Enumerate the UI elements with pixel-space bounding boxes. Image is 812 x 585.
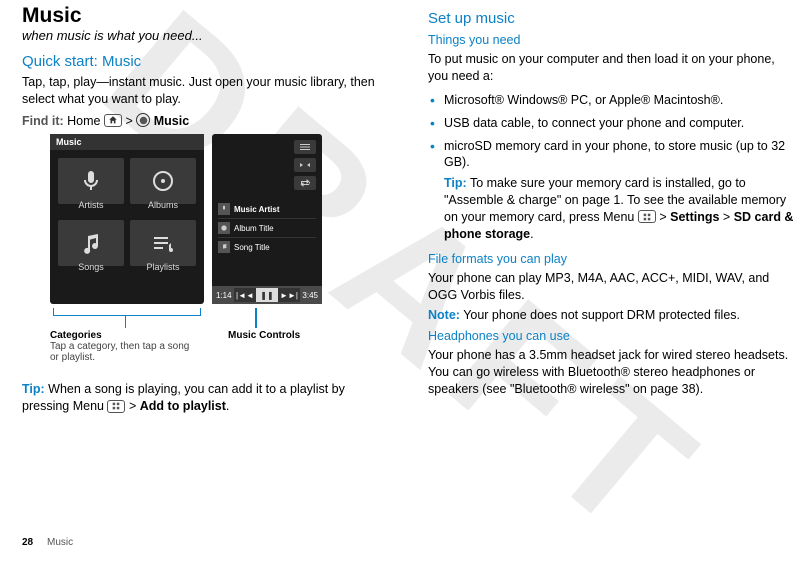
home-icon — [104, 114, 122, 127]
pointer-controls — [255, 308, 257, 328]
note-label: Note: — [428, 308, 460, 322]
album-mini-icon — [218, 222, 230, 234]
playback-controls: 1:14 |◄◄ ❚❚ ►►| 3:45 — [212, 286, 322, 304]
bracket-categories — [53, 308, 201, 316]
setup-heading: Set up music — [428, 10, 798, 27]
list-item: USB data cable, to connect your phone an… — [428, 112, 798, 135]
quick-start-body: Tap, tap, play—instant music. Just open … — [22, 74, 392, 108]
shuffle-icon[interactable] — [294, 158, 316, 172]
menu-icon-2 — [638, 210, 656, 223]
repeat-icon[interactable] — [294, 176, 316, 190]
find-it-home: Home — [67, 114, 100, 128]
time-elapsed: 1:14 — [216, 291, 232, 300]
queue-icon[interactable] — [294, 140, 316, 154]
phone-header: Music — [50, 134, 204, 150]
headphones-heading: Headphones you can use — [428, 329, 798, 343]
formats-heading: File formats you can play — [428, 252, 798, 266]
note-block: Note: Your phone does not support DRM pr… — [428, 307, 798, 324]
np-album-row[interactable]: Album Title — [218, 218, 316, 237]
music-app-icon — [136, 113, 150, 127]
tile-albums-label: Albums — [130, 200, 196, 210]
tile-playlists[interactable] — [130, 220, 196, 266]
bracket-row — [50, 308, 392, 328]
phone-library: Music Artists Albums — [50, 134, 204, 304]
tile-albums[interactable] — [130, 158, 196, 204]
subtitle: when music is what you need... — [22, 28, 392, 43]
things-intro: To put music on your computer and then l… — [428, 51, 798, 85]
callout-categories: Categories Tap a category, then tap a so… — [50, 330, 200, 363]
phone-mock-row: Music Artists Albums — [50, 134, 392, 304]
prev-button[interactable]: |◄◄ — [234, 288, 256, 302]
quick-start-heading: Quick start: Music — [22, 53, 392, 70]
np-song-row[interactable]: Song Title — [218, 237, 316, 256]
artist-mini-icon — [218, 203, 230, 215]
sd-gt1: > — [659, 210, 666, 224]
sd-gt2: > — [723, 210, 730, 224]
tip-label: Tip: — [22, 382, 45, 396]
gt-1: > — [125, 114, 132, 128]
find-it-music: Music — [154, 114, 189, 128]
microphone-icon — [79, 169, 103, 193]
pointer-controls-wrap — [201, 308, 257, 328]
page: Music when music is what you need... Qui… — [0, 0, 812, 556]
np-album: Album Title — [234, 224, 274, 233]
note-body: Your phone does not support DRM protecte… — [463, 308, 740, 322]
sd-end: . — [530, 227, 533, 241]
tip-gt: > — [129, 399, 136, 413]
callout-cat-title: Categories — [50, 330, 200, 341]
tip-end: . — [226, 399, 229, 413]
tip-add-playlist: Add to playlist — [140, 399, 226, 413]
pause-button[interactable]: ❚❚ — [256, 288, 278, 302]
note-icon — [79, 231, 103, 255]
things-heading: Things you need — [428, 33, 798, 47]
np-artist-row[interactable]: Music Artist — [218, 200, 316, 218]
callout-row: Categories Tap a category, then tap a so… — [50, 330, 392, 363]
bullet-3-text: microSD memory card in your phone, to st… — [444, 139, 785, 170]
tile-artists[interactable] — [58, 158, 124, 204]
pointer-categories — [125, 316, 127, 328]
left-column: Music when music is what you need... Qui… — [0, 4, 410, 556]
menu-icon — [107, 400, 125, 413]
list-icon — [151, 231, 175, 255]
sd-tip-label: Tip: — [444, 176, 467, 190]
right-column: Set up music Things you need To put musi… — [410, 4, 812, 556]
formats-body: Your phone can play MP3, M4A, AAC, ACC+,… — [428, 270, 798, 304]
headphones-body: Your phone has a 3.5mm headset jack for … — [428, 347, 798, 398]
disc-icon — [151, 169, 175, 193]
sd-settings: Settings — [670, 210, 719, 224]
find-it-label: Find it: — [22, 114, 64, 128]
np-song: Song Title — [234, 243, 270, 252]
callout-mc-title: Music Controls — [228, 330, 300, 341]
callout-controls: Music Controls — [228, 330, 300, 363]
time-total: 3:45 — [302, 291, 318, 300]
tile-songs[interactable] — [58, 220, 124, 266]
np-artist: Music Artist — [234, 205, 280, 214]
song-mini-icon — [218, 241, 230, 253]
tile-playlists-label: Playlists — [130, 262, 196, 272]
tile-artists-label: Artists — [58, 200, 124, 210]
list-item: microSD memory card in your phone, to st… — [428, 135, 798, 246]
phone-nowplaying: Music Artist Album Title Song Title 1:14… — [212, 134, 322, 304]
find-it-line: Find it: Home > Music — [22, 114, 392, 129]
callout-cat-desc: Tap a category, then tap a song or playl… — [50, 341, 200, 363]
tip-block: Tip: When a song is playing, you can add… — [22, 381, 392, 415]
list-item: Microsoft® Windows® PC, or Apple® Macint… — [428, 89, 798, 112]
needs-list: Microsoft® Windows® PC, or Apple® Macint… — [428, 89, 798, 246]
next-button[interactable]: ►►| — [278, 288, 300, 302]
page-title: Music — [22, 4, 392, 28]
tile-songs-label: Songs — [58, 262, 124, 272]
